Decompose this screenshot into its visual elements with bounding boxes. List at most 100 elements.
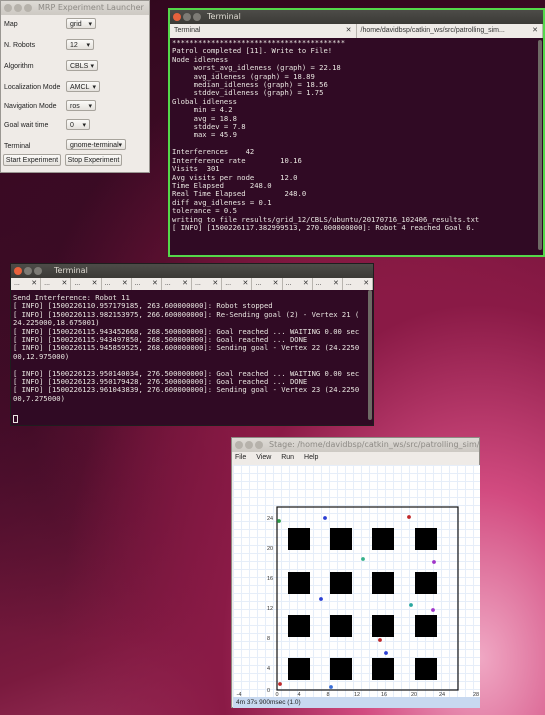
start-experiment-button[interactable]: Start Experiment [3,154,61,166]
tab-label: ... [255,280,262,287]
maximize-icon[interactable] [24,4,32,12]
tab-label: ... [285,280,292,287]
terminal-output[interactable]: Send Interference: Robot 11[ INFO] [1500… [11,290,373,412]
stage-titlebar[interactable]: Stage: /home/davidbsp/catkin_ws/src/patr… [232,438,479,452]
tab-label: ... [74,280,81,287]
stage-simulator-window[interactable]: Stage: /home/davidbsp/catkin_ws/src/patr… [231,437,480,708]
close-tab-icon[interactable]: ✕ [31,278,37,290]
algorithm-select[interactable]: CBLS ▾ [66,60,98,71]
terminal-line: 00,7.275000) [13,393,65,403]
terminal-tab[interactable]: ... ✕ [162,278,193,290]
minimize-icon[interactable] [245,441,253,449]
maximize-icon[interactable] [34,267,42,275]
menu-run[interactable]: Run [281,454,294,461]
terminal-select[interactable]: gnome-terminal ▾ [66,139,126,150]
minimize-icon[interactable] [183,13,191,21]
terminal-tab[interactable]: ... ✕ [343,278,374,290]
terminal-tab[interactable]: ... ✕ [11,278,42,290]
map-label: Map [4,21,18,28]
terminal-window-results[interactable]: Terminal Terminal ✕ /home/davidbsp/catkin… [168,8,545,257]
terminal-tabbar: ... ✕... ✕... ✕... ✕... ✕... ✕... ✕... ✕... ✕... ✕… [11,278,374,290]
robot-marker [431,608,435,612]
robots-value: 12 [70,42,78,49]
navigation-select[interactable]: ros ▾ [66,100,96,111]
maximize-icon[interactable] [193,13,201,21]
terminal-tab[interactable]: ... ✕ [192,278,223,290]
tab-label: ... [134,280,141,287]
close-tab-icon[interactable]: ✕ [152,278,158,290]
minimize-icon[interactable] [24,267,32,275]
terminal-label: Terminal [4,143,31,150]
close-icon[interactable] [173,13,181,21]
robot-marker [323,516,327,520]
algorithm-label: Algorithm [4,63,34,70]
stage-map: 24201612840-4 0 4 8 12 16 20 24 28 [237,506,479,697]
robot-marker [378,638,382,642]
algorithm-value: CBLS [70,63,89,70]
terminal-titlebar[interactable]: Terminal [11,264,373,278]
close-tab-icon[interactable]: ✕ [61,278,67,290]
map-value: grid [70,21,82,28]
close-tab-icon[interactable]: ✕ [532,24,538,38]
tab-label: ... [225,280,232,287]
robots-select[interactable]: 12 ▾ [66,39,94,50]
close-tab-icon[interactable]: ✕ [243,278,249,290]
terminal-tab[interactable]: ... ✕ [252,278,283,290]
close-tab-icon[interactable]: ✕ [182,278,188,290]
localization-value: AMCL [70,84,90,91]
robot-marker [407,515,411,519]
y-tick-label: 20 [267,546,273,552]
terminal-titlebar[interactable]: Terminal [170,10,543,24]
menu-file[interactable]: File [235,454,246,461]
terminal-tab[interactable]: ... ✕ [41,278,72,290]
goal-wait-select[interactable]: 0 ▾ [66,119,90,130]
y-tick-label: 16 [267,576,273,582]
close-tab-icon[interactable]: ✕ [303,278,309,290]
tab-label: ... [345,280,352,287]
scrollbar[interactable] [538,40,542,250]
close-tab-icon[interactable]: ✕ [346,24,352,38]
terminal-line: [ INFO] [1500226123.961043839, 276.60000… [13,385,360,395]
chevron-down-icon: ▾ [82,122,86,129]
obstacle-block [330,572,352,594]
stage-canvas[interactable]: 24 20 16 12 8 4 0 -4 0 4 8 12 16 20 24 28 [233,465,480,697]
window-title: MRP Experiment Launcher [38,3,144,12]
launcher-titlebar[interactable]: MRP Experiment Launcher [1,1,149,15]
terminal-tab[interactable]: ... ✕ [71,278,102,290]
terminal-tab[interactable]: ... ✕ [283,278,313,290]
terminal-tabbar: Terminal ✕ /home/davidbsp/catkin_ws/src/p… [170,24,543,38]
menu-view[interactable]: View [256,454,271,461]
close-tab-icon[interactable]: ✕ [212,278,218,290]
window-title: Terminal [54,266,88,275]
close-tab-icon[interactable]: ✕ [92,278,98,290]
terminal-window-robot[interactable]: Terminal ... ✕... ✕... ✕... ✕... ✕... ✕... ✕...… [10,263,374,426]
close-icon[interactable] [235,441,243,449]
menu-help[interactable]: Help [304,454,318,461]
terminal-tab[interactable]: ... ✕ [132,278,162,290]
obstacle-block [415,658,437,680]
scrollbar[interactable] [368,290,372,420]
close-tab-icon[interactable]: ✕ [273,278,279,290]
close-tab-icon[interactable]: ✕ [122,278,128,290]
chevron-down-icon: ▾ [86,42,90,49]
map-select[interactable]: grid ▾ [66,18,96,29]
terminal-tab[interactable]: /home/davidbsp/catkin_ws/src/patrolling_… [357,24,543,38]
terminal-tab[interactable]: ... ✕ [102,278,132,290]
terminal-tab[interactable]: Terminal ✕ [170,24,357,38]
close-tab-icon[interactable]: ✕ [333,278,339,290]
obstacle-block [330,615,352,637]
maximize-icon[interactable] [255,441,263,449]
close-icon[interactable] [4,4,12,12]
terminal-tab[interactable]: ... ✕ [313,278,343,290]
stop-experiment-button[interactable]: Stop Experiment [65,154,122,166]
terminal-output[interactable]: ****************************************… [170,38,543,244]
obstacle-block [330,528,352,550]
tab-label: ... [164,280,171,287]
obstacle-block [372,572,394,594]
terminal-tab[interactable]: ... ✕ [222,278,253,290]
localization-select[interactable]: AMCL ▾ [66,81,100,92]
minimize-icon[interactable] [14,4,22,12]
robot-marker [384,651,388,655]
close-tab-icon[interactable]: ✕ [363,278,369,290]
close-icon[interactable] [14,267,22,275]
